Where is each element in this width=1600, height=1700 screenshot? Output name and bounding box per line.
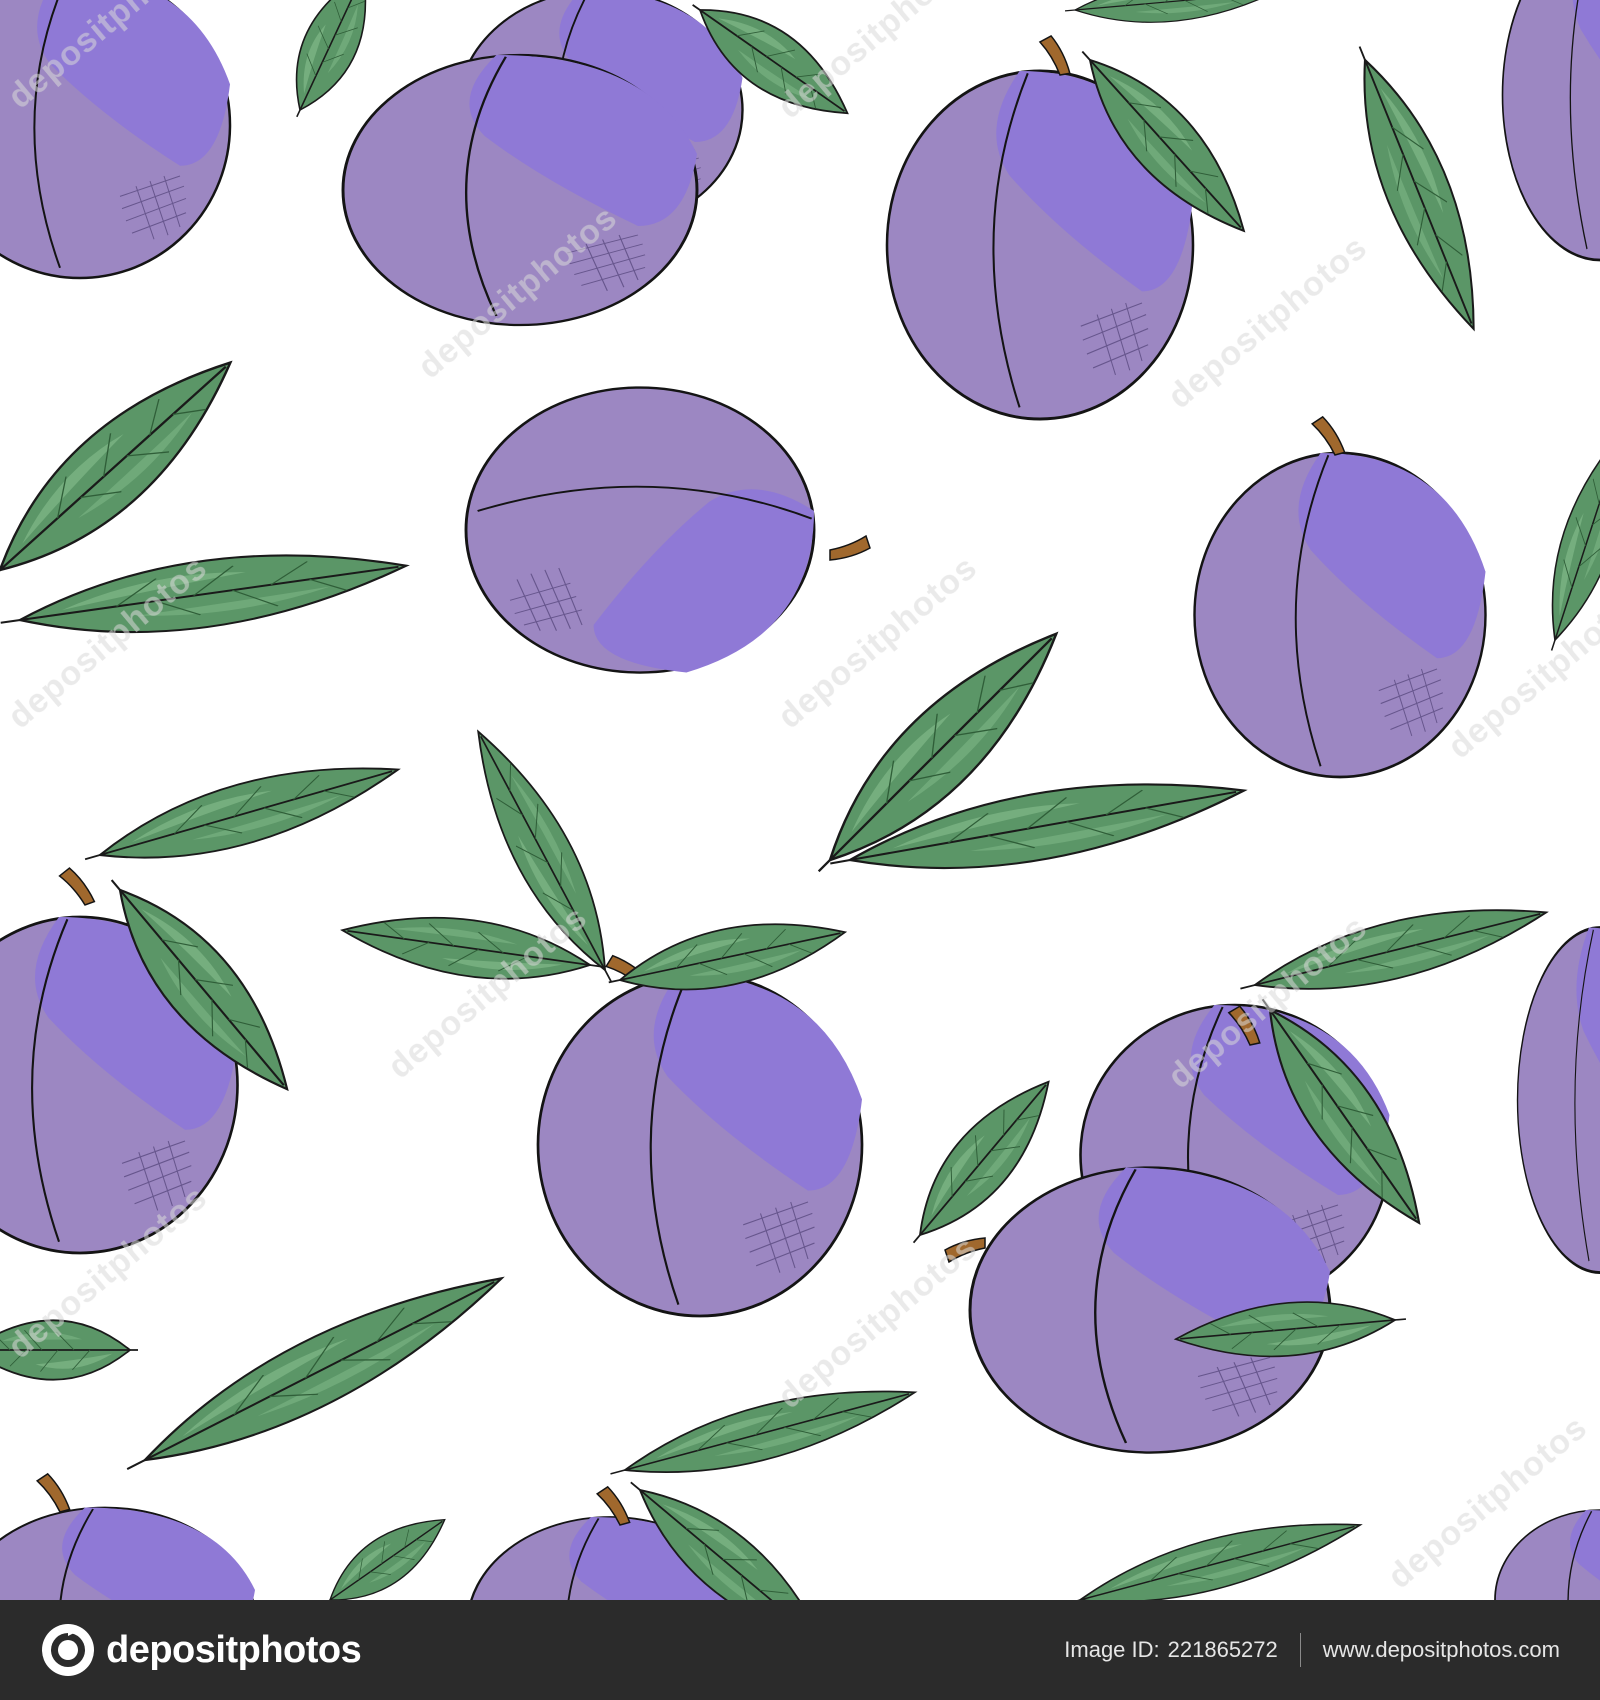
watermark-text: depositphotos bbox=[1, 548, 215, 736]
plum-illustration bbox=[1516, 926, 1600, 1274]
footer-divider bbox=[1299, 1633, 1301, 1667]
plum-illustration bbox=[464, 386, 871, 674]
leaf-illustration bbox=[75, 739, 408, 890]
leaf-illustration bbox=[110, 1247, 519, 1501]
leaf-illustration bbox=[1062, 0, 1277, 32]
plum-illustration bbox=[1193, 413, 1487, 779]
plum-illustration bbox=[536, 947, 864, 1318]
depositphotos-logo-icon bbox=[42, 1624, 94, 1676]
leaf-illustration bbox=[1329, 33, 1505, 343]
site-url-link[interactable]: www.depositphotos.com bbox=[1323, 1637, 1560, 1663]
plum-illustration bbox=[0, 0, 232, 280]
plum-illustration bbox=[1494, 1509, 1600, 1600]
leaf-illustration bbox=[0, 531, 413, 658]
image-id: Image ID: 221865272 bbox=[1064, 1637, 1278, 1663]
leaf-illustration bbox=[602, 1365, 924, 1501]
plum-illustration bbox=[0, 1470, 257, 1600]
plum-pattern-artwork: depositphotos depositphotos depositphoto… bbox=[0, 0, 1600, 1600]
image-id-value: 221865272 bbox=[1167, 1637, 1278, 1662]
leaf-illustration bbox=[1058, 1499, 1368, 1600]
stock-footer-bar: depositphotos Image ID: 221865272 www.de… bbox=[0, 1600, 1600, 1700]
brand-name: depositphotos bbox=[106, 1628, 362, 1671]
leaf-illustration bbox=[310, 1500, 459, 1600]
plum-illustration bbox=[1501, 0, 1600, 262]
image-id-label: Image ID: bbox=[1064, 1637, 1160, 1662]
brand: depositphotos bbox=[40, 1622, 362, 1678]
plum-pattern-image: depositphotos depositphotos depositphoto… bbox=[0, 0, 1600, 1600]
footer-info: Image ID: 221865272 www.depositphotos.co… bbox=[1064, 1633, 1560, 1667]
leaf-illustration bbox=[272, 0, 389, 129]
